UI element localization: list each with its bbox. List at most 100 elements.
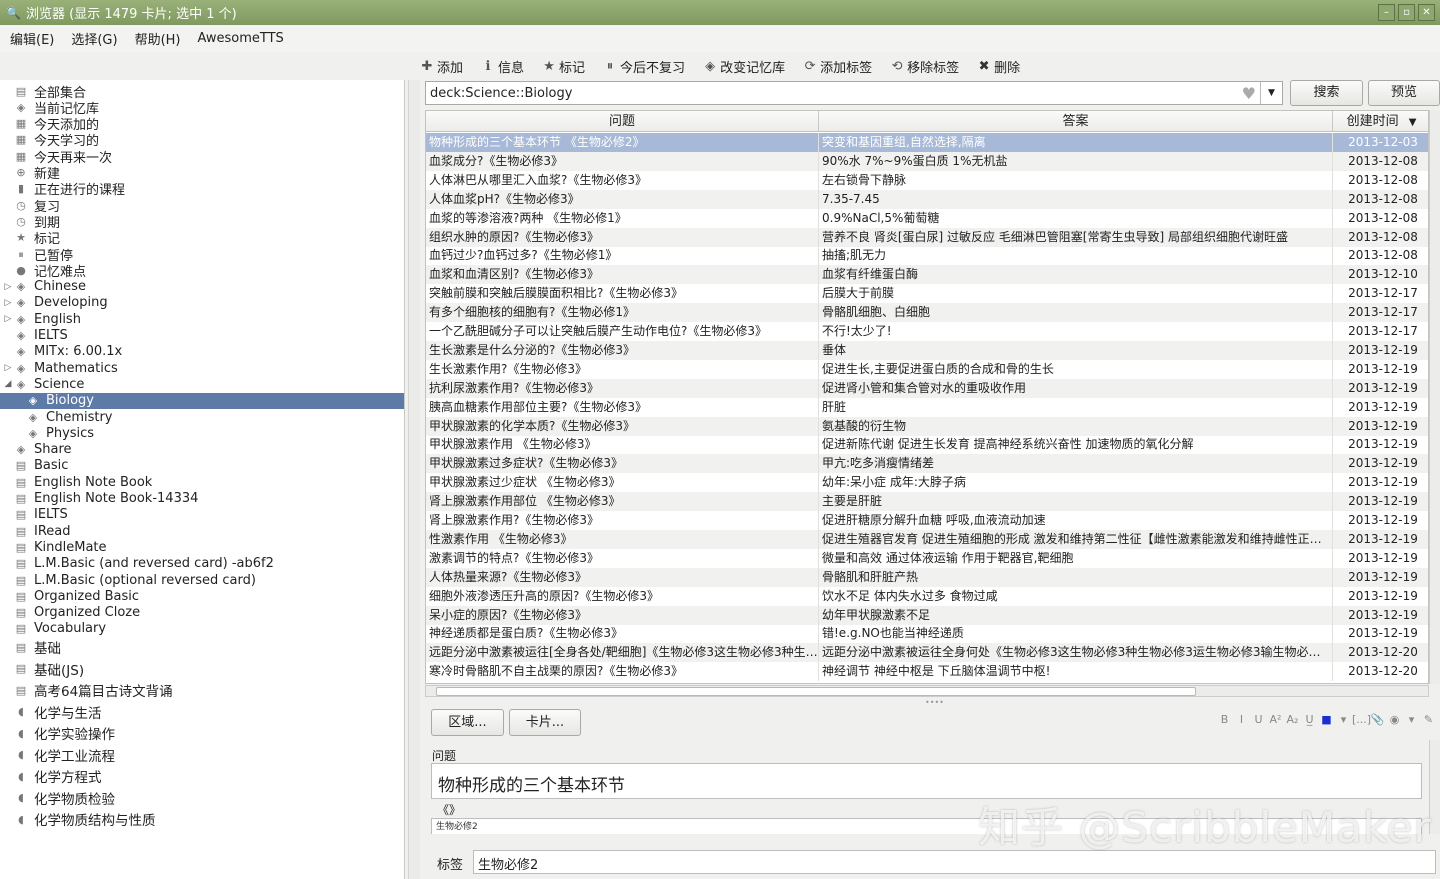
superscript-icon[interactable]: A² — [1267, 713, 1284, 726]
clear-format-icon[interactable]: U̲ — [1301, 713, 1318, 726]
sidebar-item[interactable]: ◖ 化学与生活 — [0, 702, 404, 722]
sidebar-item[interactable]: ▤ IELTS — [0, 507, 404, 523]
table-row[interactable]: 甲状腺激素过多症状?《生物必修3》 甲亢:吃多消瘦情绪差 2013-12-19 — [426, 454, 1428, 474]
sidebar-item[interactable]: ▤ Vocabulary — [0, 621, 404, 637]
sidebar-item[interactable]: ◈ Share — [0, 442, 404, 458]
bold-icon[interactable]: B — [1216, 713, 1233, 726]
fields-button[interactable]: 区域... — [431, 709, 504, 736]
change-deck-button[interactable]: ◈ 改变记忆库 — [703, 57, 785, 76]
table-row[interactable]: 肾上腺激素作用部位 《生物必修3》 主要是肝脏 2013-12-19 — [426, 492, 1428, 512]
sidebar-item[interactable]: ◖ 化学实验操作 — [0, 723, 404, 744]
more-icon[interactable]: ▾ — [1403, 713, 1420, 726]
expand-right-icon[interactable]: ▷ — [2, 363, 14, 373]
sidebar-item[interactable]: ▦ 今天学习的 — [0, 132, 404, 149]
table-row[interactable]: 甲状腺激素过少症状 《生物必修3》 幼年:呆小症 成年:大脖子病 2013-12-1… — [426, 473, 1428, 493]
table-row[interactable]: 甲状腺激素作用 《生物必修3》 促进新陈代谢 促进生长发育 提高神经系统兴奋性 加… — [426, 435, 1428, 455]
table-row[interactable]: 人体热量来源?《生物必修3》 骨骼肌和肝脏产热 2013-12-19 — [426, 567, 1428, 587]
sidebar-scrollbar[interactable] — [408, 80, 420, 879]
hscroll-thumb[interactable] — [436, 687, 1196, 696]
heart-icon[interactable]: ♥ — [1242, 84, 1256, 103]
sidebar-item[interactable]: ◷ 复习 — [0, 197, 404, 215]
splitter-handle[interactable]: •••• — [925, 698, 944, 707]
mark-button[interactable]: ★ 标记 — [542, 57, 585, 76]
subscript-icon[interactable]: A₂ — [1284, 713, 1301, 726]
sidebar-item[interactable]: ▤ 基础 — [0, 637, 404, 658]
add-button[interactable]: ✚ 添加 — [420, 57, 463, 76]
sidebar-item[interactable]: ▷ ◈ Developing — [0, 295, 404, 311]
table-row[interactable]: 血浆成分?《生物必修3》 90%水 7%~9%蛋白质 1%无机盐 2013-12-0… — [426, 151, 1428, 171]
table-row[interactable]: 有多个细胞核的细胞有?《生物必修1》 骨骼肌细胞、白细胞 2013-12-17 — [426, 303, 1428, 323]
table-row[interactable]: 生长激素作用?《生物必修3》 促进生长,主要促进蛋白质的合成和骨的生长 2013-1… — [426, 359, 1428, 379]
table-scrollbar[interactable] — [1429, 110, 1440, 684]
table-row[interactable]: 血钙过少?血钙过多?《生物必修1》 抽搐;肌无力 2013-12-08 — [426, 246, 1428, 266]
add-tags-button[interactable]: ⟳ 添加标签 — [803, 57, 872, 76]
sidebar-item[interactable]: ▤ 全部集合 — [0, 83, 404, 101]
sidebar-item[interactable]: ▷ ◈ Mathematics — [0, 360, 404, 376]
menu-select[interactable]: 选择(G) — [71, 29, 117, 48]
table-row[interactable]: 人体淋巴从哪里汇入血浆?《生物必修3》 左右锁骨下静脉 2013-12-08 — [426, 170, 1428, 190]
sidebar-item[interactable]: ▤ English Note Book-14334 — [0, 491, 404, 507]
sidebar-item[interactable]: ◈ MITx: 6.00.1x — [0, 344, 404, 360]
search-button[interactable]: 搜索 — [1290, 80, 1363, 106]
menu-edit[interactable]: 编辑(E) — [10, 29, 54, 48]
column-question[interactable]: 问题 — [426, 111, 819, 132]
sidebar-item[interactable]: ▦ 今天再来一次 — [0, 148, 404, 166]
table-row[interactable]: 胰高血糖素作用部位主要?《生物必修3》 肝脏 2013-12-19 — [426, 397, 1428, 417]
delete-button[interactable]: ✖ 删除 — [977, 57, 1020, 76]
table-row[interactable]: 细胞外液渗透压升高的原因?《生物必修3》 饮水不足 体内失水过多 食物过咸 2013… — [426, 586, 1428, 606]
sidebar-item[interactable]: ▤ L.M.Basic (optional reversed card) — [0, 572, 404, 588]
sidebar-item[interactable]: ▤ Basic — [0, 458, 404, 474]
sidebar-item[interactable]: ◖ 化学方程式 — [0, 766, 404, 787]
sidebar-item[interactable]: ▮ 正在进行的课程 — [0, 181, 404, 198]
table-row[interactable]: 神经递质都是蛋白质?《生物必修3》 错!e.g.NO也能当神经递质 2013-12-… — [426, 624, 1428, 644]
table-row[interactable]: 抗利尿激素作用?《生物必修3》 促进肾小管和集合管对水的重吸收作用 2013-12-… — [426, 378, 1428, 398]
chevron-down-icon[interactable]: ▼ — [1260, 82, 1282, 104]
table-hscrollbar[interactable] — [425, 685, 1429, 697]
sidebar-item[interactable]: ● 记忆难点 — [0, 262, 404, 280]
sidebar-item[interactable]: ◷ 到期 — [0, 213, 404, 231]
expand-right-icon[interactable]: ▷ — [2, 282, 14, 292]
sidebar-item[interactable]: ⊕ 新建 — [0, 165, 404, 182]
expand-right-icon[interactable]: ▷ — [2, 298, 14, 308]
sidebar-item[interactable]: ▤ IRead — [0, 523, 404, 539]
table-row[interactable]: 肾上腺激素作用?《生物必修3》 促进肝糖原分解升血糖 呼吸,血液流动加速 2013-… — [426, 511, 1428, 530]
search-input[interactable]: deck:Science::Biology ♥ ▼ — [425, 81, 1283, 105]
sidebar-item[interactable]: ▤ Organized Basic — [0, 588, 404, 604]
sidebar-item[interactable]: ▤ 基础(JS) — [0, 659, 404, 679]
table-row[interactable]: 一个乙酰胆碱分子可以让突触后膜产生动作电位?《生物必修3》 不行!太少了! 2013… — [426, 322, 1428, 341]
sidebar-item[interactable]: ▤ Organized Cloze — [0, 605, 404, 621]
color-dropdown-icon[interactable]: ▾ — [1335, 713, 1352, 726]
sidebar-item[interactable]: ▷ ◈ English — [0, 311, 404, 327]
sidebar-item[interactable]: ◖ 化学工业流程 — [0, 745, 404, 765]
menu-awesometts[interactable]: AwesomeTTS — [198, 31, 284, 46]
underline-icon[interactable]: U — [1250, 713, 1267, 726]
table-row[interactable]: 远距分泌中激素被运往[全身各处/靶细胞]《生物必修3这生物必修3种生… 远距分泌中… — [426, 643, 1428, 663]
sidebar-item[interactable]: ▤ English Note Book — [0, 474, 404, 490]
sidebar-item[interactable]: ◈ Chemistry — [0, 409, 404, 425]
table-row[interactable]: 寒冷时骨骼肌不自主战栗的原因?《生物必修3》 神经调节 神经中枢是 下丘脑体温调节… — [426, 662, 1428, 682]
attach-icon[interactable]: 📎 — [1369, 713, 1386, 726]
menu-help[interactable]: 帮助(H) — [135, 29, 181, 48]
sidebar-item[interactable]: ⏸ 已暂停 — [0, 246, 404, 264]
record-icon[interactable]: ◉ — [1386, 713, 1403, 726]
sidebar-item[interactable]: ◖ 化学物质结构与性质 — [0, 809, 404, 830]
sidebar-item[interactable]: ◖ 化学物质检验 — [0, 788, 404, 808]
maximize-button[interactable]: ▫ — [1398, 4, 1415, 21]
sidebar-item[interactable]: ▦ 今天添加的 — [0, 116, 404, 133]
column-created[interactable]: 创建时间 ▼ — [1333, 111, 1428, 132]
info-button[interactable]: ℹ 信息 — [481, 57, 525, 76]
italic-icon[interactable]: I — [1233, 713, 1250, 726]
preview-button[interactable]: 预览 — [1368, 80, 1440, 106]
sidebar-item[interactable]: ▤ KindleMate — [0, 539, 404, 555]
table-row[interactable]: 激素调节的特点?《生物必修3》 微量和高效 通过体液运输 作用于靶器官,靶细胞 20… — [426, 548, 1428, 568]
edit-html-icon[interactable]: ✎ — [1420, 713, 1437, 726]
sidebar-item[interactable]: ◈ 当前记忆库 — [0, 99, 404, 117]
remove-tags-button[interactable]: ⟲ 移除标签 — [890, 57, 959, 76]
table-row[interactable]: 性激素作用 《生物必修3》 促进生殖器官发育 促进生殖细胞的形成 激发和维持第二性… — [426, 529, 1428, 549]
table-row[interactable]: 呆小症的原因?《生物必修3》 幼年甲状腺激素不足 2013-12-19 — [426, 605, 1428, 625]
table-row[interactable]: 生长激素是什么分泌的?《生物必修3》 垂体 2013-12-19 — [426, 340, 1428, 360]
table-row[interactable]: 血浆和血清区别?《生物必修3》 血浆有纤维蛋白酶 2013-12-10 — [426, 265, 1428, 285]
table-row[interactable]: 甲状腺激素的化学本质?《生物必修3》 氨基酸的衍生物 2013-12-19 — [426, 416, 1428, 436]
cloze-icon[interactable]: [...] — [1352, 713, 1371, 726]
sidebar-item[interactable]: ▷ ◈ Chinese — [0, 279, 404, 295]
